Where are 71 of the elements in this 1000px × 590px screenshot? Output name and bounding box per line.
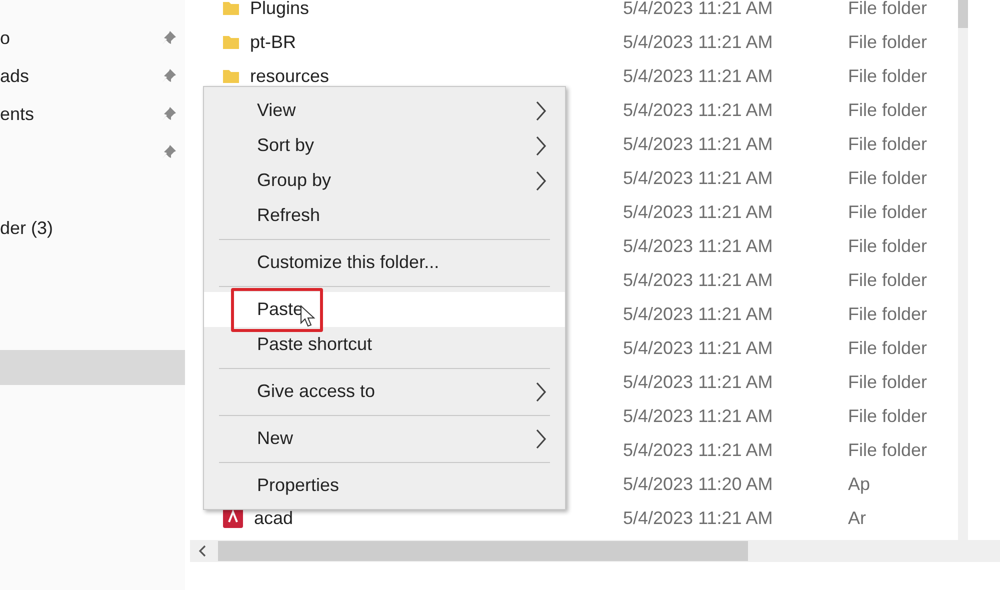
nav-item[interactable]: [0, 350, 185, 385]
menu-item[interactable]: Group by: [204, 163, 565, 198]
nav-label: ents: [0, 102, 34, 126]
nav-item[interactable]: ads: [0, 57, 185, 95]
scrollbar-thumb[interactable]: [218, 541, 748, 561]
date-modified: 5/4/2023 11:21 AM: [623, 0, 774, 20]
pin-icon: [161, 30, 177, 46]
scrollbar-thumb[interactable]: [958, 0, 968, 28]
chevron-right-icon: [535, 100, 547, 122]
file-type: File folder: [848, 370, 928, 394]
app-icon: [222, 507, 244, 529]
date-modified: 5/4/2023 11:21 AM: [623, 30, 774, 54]
pin-icon: [161, 144, 177, 160]
chevron-right-icon: [535, 170, 547, 192]
menu-item[interactable]: Customize this folder...: [204, 245, 565, 280]
nav-label: o: [0, 26, 10, 50]
file-type: File folder: [848, 438, 928, 462]
file-type: File folder: [848, 166, 928, 190]
menu-item[interactable]: Sort by: [204, 128, 565, 163]
menu-item[interactable]: New: [204, 421, 565, 456]
date-modified: 5/4/2023 11:21 AM: [623, 234, 774, 258]
nav-item[interactable]: der (3): [0, 209, 185, 247]
date-modified: 5/4/2023 11:21 AM: [623, 200, 774, 224]
date-modified: 5/4/2023 11:21 AM: [623, 98, 774, 122]
nav-label: der (3): [0, 216, 54, 240]
menu-item[interactable]: Refresh: [204, 198, 565, 233]
pin-icon: [161, 106, 177, 122]
date-modified: 5/4/2023 11:21 AM: [623, 64, 774, 88]
folder-icon: [222, 0, 240, 17]
chevron-right-icon: [535, 134, 547, 156]
file-type: File folder: [848, 404, 928, 428]
date-modified: 5/4/2023 11:21 AM: [623, 336, 774, 360]
date-modified: 5/4/2023 11:21 AM: [623, 132, 774, 156]
file-name[interactable]: pt-BR: [250, 28, 296, 56]
file-type: File folder: [848, 98, 928, 122]
file-type: File folder: [848, 132, 928, 156]
date-modified: 5/4/2023 11:21 AM: [623, 404, 774, 428]
file-type: File folder: [848, 336, 928, 360]
file-type: File folder: [848, 0, 928, 20]
file-type: File folder: [848, 302, 928, 326]
nav-label: ads: [0, 64, 30, 88]
nav-item[interactable]: ents: [0, 95, 185, 133]
date-modified: 5/4/2023 11:20 AM: [623, 472, 774, 496]
file-type: File folder: [848, 64, 928, 88]
folder-icon: [222, 33, 240, 51]
file-type: Ap: [848, 472, 870, 496]
menu-item[interactable]: Properties: [204, 468, 565, 503]
menu-item[interactable]: View: [204, 93, 565, 128]
file-type: Ar: [848, 506, 866, 530]
scroll-left-icon[interactable]: [197, 544, 207, 558]
horizontal-scrollbar[interactable]: [190, 540, 1000, 562]
date-modified: 5/4/2023 11:21 AM: [623, 370, 774, 394]
file-name[interactable]: resources: [250, 62, 330, 90]
file-type: File folder: [848, 30, 928, 54]
chevron-right-icon: [535, 380, 547, 402]
vertical-scrollbar[interactable]: [958, 0, 968, 540]
mouse-cursor-icon: [300, 305, 316, 327]
date-modified: 5/4/2023 11:21 AM: [623, 268, 774, 292]
date-modified: 5/4/2023 11:21 AM: [623, 506, 774, 530]
date-modified: 5/4/2023 11:21 AM: [623, 166, 774, 190]
date-modified: 5/4/2023 11:21 AM: [623, 438, 774, 462]
file-name[interactable]: Plugins: [250, 0, 310, 22]
menu-item[interactable]: Paste shortcut: [204, 327, 565, 362]
file-type: File folder: [848, 234, 928, 258]
menu-item[interactable]: Give access to: [204, 374, 565, 409]
pin-icon: [161, 68, 177, 84]
nav-item[interactable]: o: [0, 19, 185, 57]
file-type: File folder: [848, 200, 928, 224]
chevron-right-icon: [535, 428, 547, 450]
date-modified: 5/4/2023 11:21 AM: [623, 302, 774, 326]
file-type: File folder: [848, 268, 928, 292]
